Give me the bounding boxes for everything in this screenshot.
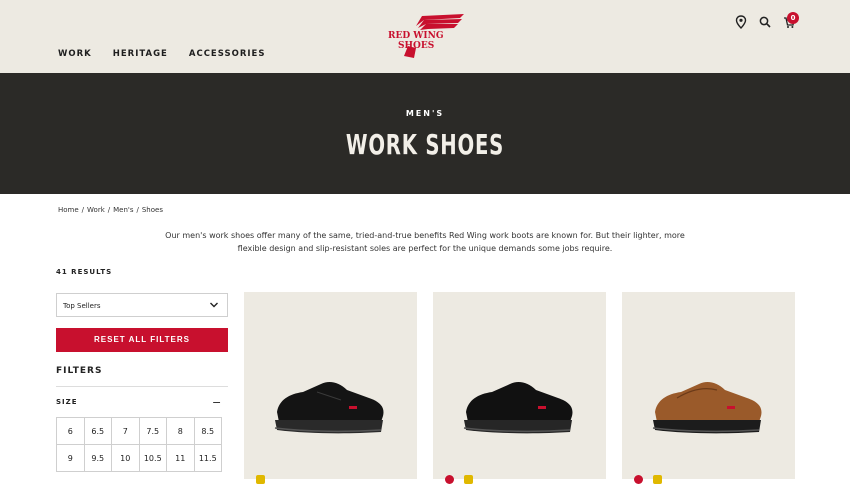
size-option[interactable]: 8.5	[193, 417, 222, 445]
color-swatch[interactable]	[653, 475, 662, 484]
product-image[interactable]	[458, 372, 578, 442]
collapse-icon[interactable]: −	[212, 396, 221, 409]
breadcrumb-separator: /	[136, 206, 139, 214]
breadcrumb-separator: /	[107, 206, 111, 214]
breadcrumb-work[interactable]: Work	[87, 206, 105, 214]
hero-banner: MEN'S WORK SHOES	[0, 73, 850, 194]
size-option[interactable]: 11	[166, 444, 195, 472]
size-filter-label[interactable]: SIZE	[56, 398, 78, 406]
sort-selected-value: Top Sellers	[63, 302, 101, 310]
size-option[interactable]: 9	[56, 444, 85, 472]
size-option[interactable]: 10.5	[138, 444, 167, 472]
filters-heading: FILTERS	[56, 366, 103, 376]
size-option[interactable]: 9.5	[83, 444, 112, 472]
page-title: WORK SHOES	[345, 128, 505, 161]
chevron-down-icon	[210, 302, 218, 308]
divider	[56, 386, 228, 387]
nav-accessories[interactable]: ACCESSORIES	[189, 49, 266, 59]
nav-work[interactable]: WORK	[58, 49, 92, 59]
header-icons	[735, 15, 795, 29]
breadcrumb: Home / Work / Men's / Shoes	[58, 206, 163, 214]
breadcrumb-mens[interactable]: Men's	[113, 206, 133, 214]
color-swatch[interactable]	[464, 475, 473, 484]
color-swatch[interactable]	[445, 475, 454, 484]
category-description: Our men's work shoes offer many of the s…	[165, 231, 685, 253]
hero-eyebrow: MEN'S	[405, 109, 445, 118]
product-image[interactable]	[269, 372, 389, 442]
product-image[interactable]	[647, 372, 767, 442]
breadcrumb-home[interactable]: Home	[58, 206, 79, 214]
size-option[interactable]: 6.5	[83, 417, 112, 445]
location-pin-icon[interactable]	[735, 15, 747, 29]
cart-count-badge: 0	[787, 12, 799, 24]
size-option[interactable]: 8	[166, 417, 195, 445]
product-card[interactable]	[622, 292, 795, 484]
breadcrumb-shoes: Shoes	[141, 206, 163, 214]
size-option[interactable]: 10	[111, 444, 140, 472]
red-wing-logo[interactable]: RED WING SHOES	[386, 12, 464, 60]
product-card[interactable]	[244, 292, 417, 484]
size-option[interactable]: 11.5	[193, 444, 222, 472]
sort-select[interactable]: Top Sellers	[56, 293, 228, 317]
search-icon[interactable]	[759, 15, 771, 29]
breadcrumb-separator: /	[81, 206, 85, 214]
reset-all-filters-button[interactable]: RESET ALL FILTERS	[56, 328, 228, 352]
site-header: WORK HERITAGE ACCESSORIES RED WING SHOES…	[0, 0, 850, 73]
size-option[interactable]: 6	[56, 417, 85, 445]
nav-heritage[interactable]: HERITAGE	[113, 49, 168, 59]
main-nav: WORK HERITAGE ACCESSORIES	[58, 49, 265, 59]
results-count: 41 RESULTS	[56, 268, 113, 276]
logo-text-1: RED WING	[388, 31, 444, 41]
logo-text-2: SHOES	[398, 41, 434, 51]
size-option[interactable]: 7.5	[138, 417, 167, 445]
product-card[interactable]	[433, 292, 606, 484]
size-option[interactable]: 7	[111, 417, 140, 445]
color-swatch[interactable]	[256, 475, 265, 484]
color-swatch[interactable]	[634, 475, 643, 484]
size-options-grid: 6 6.5 7 7.5 8 8.5 9 9.5 10 10.5 11 11.5	[56, 417, 222, 472]
